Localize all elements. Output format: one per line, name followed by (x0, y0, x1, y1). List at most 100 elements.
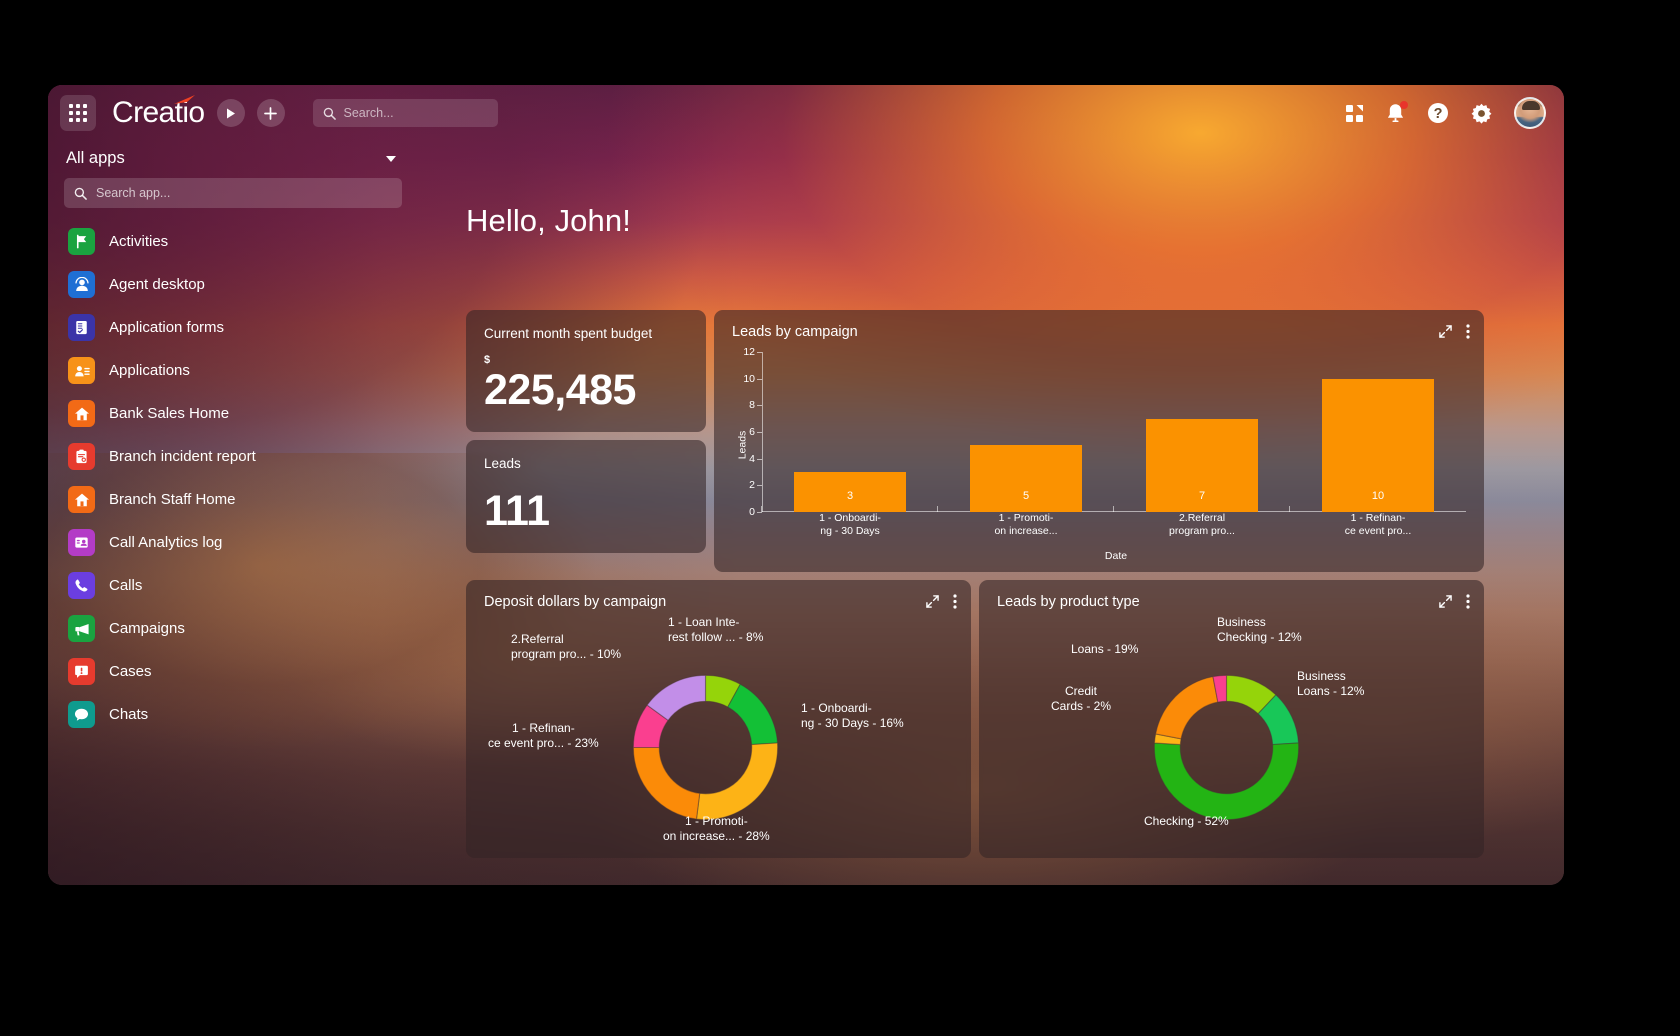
sidebar-item-branch-incident-report[interactable]: Branch incident report (64, 435, 402, 478)
dashboard: Current month spent budget $ 225,485 Lea… (466, 310, 1484, 858)
sidebar-item-campaigns[interactable]: Campaigns (64, 607, 402, 650)
bar-slot: 5 (938, 352, 1114, 512)
global-search-input[interactable]: Search... (312, 99, 498, 127)
sidebar-item-application-forms[interactable]: Application forms (64, 306, 402, 349)
kpi-currency: $ (484, 354, 491, 366)
x-axis-tick-mark (937, 506, 938, 512)
card-title: Leads by campaign (732, 324, 858, 340)
bar-value-label: 7 (1198, 490, 1206, 502)
kebab-menu-icon[interactable] (1466, 324, 1470, 339)
sidebar-item-bank-sales-home[interactable]: Bank Sales Home (64, 392, 402, 435)
search-icon (74, 187, 87, 200)
donut-chart-deposit-dollars: 1 - Loan Inte-rest follow ... - 8% 1 - On… (466, 580, 971, 858)
chat-icon (68, 701, 95, 728)
creatio-app-window: Creatio Search... ? All apps Search app.… (48, 85, 1564, 885)
y-axis-tick-label: 8 (749, 399, 762, 411)
sidebar-nav-list: Activities Agent desktop Application forms… (64, 220, 402, 736)
sidebar-item-chats[interactable]: Chats (64, 693, 402, 736)
call-card-icon (68, 529, 95, 556)
donut-slice-label: Loans - 19% (1071, 642, 1139, 656)
app-search-input[interactable]: Search app... (64, 178, 402, 208)
avatar-hair (1522, 101, 1540, 110)
settings-button[interactable] (1471, 103, 1492, 124)
x-axis-tick-mark (761, 506, 762, 512)
bar[interactable]: 7 (1145, 418, 1259, 512)
notifications-button[interactable] (1386, 100, 1408, 124)
donut-slice[interactable] (1153, 742, 1300, 821)
app-search-placeholder: Search app... (96, 186, 171, 200)
help-button[interactable]: ? (1427, 102, 1449, 124)
brand-swoosh-icon (173, 95, 195, 104)
donut-slice-label: Business Loans - 12% (1297, 669, 1365, 698)
add-button[interactable] (256, 99, 285, 127)
donut-slice-label: Business Checking - 12% (1217, 615, 1302, 644)
x-axis-tick-mark (1289, 506, 1290, 512)
donut-slice[interactable] (1154, 675, 1219, 740)
sidebar: All apps Search app... Activities Agent d… (48, 141, 418, 885)
apps-grid-button[interactable] (60, 95, 96, 131)
y-axis-title: Leads (736, 430, 749, 460)
bar-value-label: 10 (1371, 490, 1385, 502)
bar[interactable]: 5 (969, 445, 1083, 512)
sidebar-item-call-analytics-log[interactable]: Call Analytics log (64, 521, 402, 564)
y-axis-tick-label: 10 (743, 373, 762, 385)
donut-slice[interactable] (632, 746, 701, 820)
sidebar-item-applications[interactable]: Applications (64, 349, 402, 392)
donut-slice-label: 1 - Refinan-ce event pro... - 23% (488, 721, 599, 750)
donut-slice-label: 1 - Onboardi-ng - 30 Days - 16% (801, 701, 904, 730)
donut-slice[interactable] (695, 742, 779, 821)
sidebar-item-label: Branch Staff Home (109, 491, 236, 508)
bar-value-label: 3 (846, 490, 854, 502)
donut-slice-label: Checking - 52% (1144, 814, 1229, 828)
contact-icon (68, 357, 95, 384)
sidebar-item-label: Application forms (109, 319, 225, 336)
sidebar-item-agent-desktop[interactable]: Agent desktop (64, 263, 402, 306)
sidebar-item-label: Branch incident report (109, 448, 256, 465)
user-avatar[interactable] (1514, 97, 1546, 129)
top-bar-actions: ? (1345, 97, 1546, 129)
x-axis-tick-label: 1 - Promoti-on increase... (937, 506, 1114, 538)
x-axis-labels: 1 - Onboardi-ng - 30 Days 1 - Promoti-on … (761, 506, 1466, 538)
bar[interactable]: 10 (1321, 378, 1435, 512)
sidebar-item-label: Agent desktop (109, 276, 205, 293)
apps-marketplace-button[interactable] (1345, 104, 1364, 123)
y-axis-tick-label: 12 (743, 346, 762, 358)
kpi-card-leads[interactable]: Leads 111 (466, 440, 706, 553)
donut-ring (632, 674, 779, 821)
donut-slice-label: 1 - Promoti-on increase... - 28% (663, 814, 770, 843)
run-process-button[interactable] (216, 99, 245, 127)
home-icon (68, 400, 95, 427)
sidebar-item-label: Applications (109, 362, 190, 379)
sidebar-item-activities[interactable]: Activities (64, 220, 402, 263)
sidebar-item-label: Calls (109, 577, 143, 594)
dashboard-row-top: Current month spent budget $ 225,485 Lea… (466, 310, 1484, 572)
report-icon (68, 443, 95, 470)
x-axis-tick-label: 1 - Refinan-ce event pro... (1289, 506, 1466, 538)
kpi-card-budget[interactable]: Current month spent budget $ 225,485 (466, 310, 706, 432)
kpi-value: 225,485 (484, 366, 636, 414)
donut-slice[interactable] (727, 683, 779, 746)
flag-icon (68, 228, 95, 255)
form-icon (68, 314, 95, 341)
apps-grid-icon (69, 104, 87, 122)
sidebar-item-calls[interactable]: Calls (64, 564, 402, 607)
x-axis-title: Date (1104, 550, 1128, 562)
headset-icon (68, 271, 95, 298)
sidebar-item-branch-staff-home[interactable]: Branch Staff Home (64, 478, 402, 521)
all-apps-label: All apps (66, 149, 125, 167)
bar[interactable]: 3 (793, 472, 907, 512)
bar-slot: 10 (1290, 352, 1466, 512)
settings-gear-icon (1471, 103, 1492, 124)
card-header: Leads by campaign (714, 310, 1484, 340)
sidebar-item-label: Bank Sales Home (109, 405, 230, 422)
chart-card-leads-by-product: Leads by product type Business Checking … (979, 580, 1484, 858)
y-axis-tick-label: 2 (749, 479, 762, 491)
all-apps-dropdown[interactable]: All apps (64, 141, 402, 178)
chevron-down-icon (386, 155, 396, 162)
page-title: Hello, John! (466, 203, 631, 238)
expand-icon[interactable] (1439, 325, 1452, 338)
sidebar-item-cases[interactable]: Cases (64, 650, 402, 693)
sidebar-item-label: Campaigns (109, 620, 185, 637)
bar-chart-plot: 0 2 4 6 8 10 12 3 5 7 10 (743, 346, 1466, 518)
y-axis-tick-label: 6 (749, 426, 762, 438)
